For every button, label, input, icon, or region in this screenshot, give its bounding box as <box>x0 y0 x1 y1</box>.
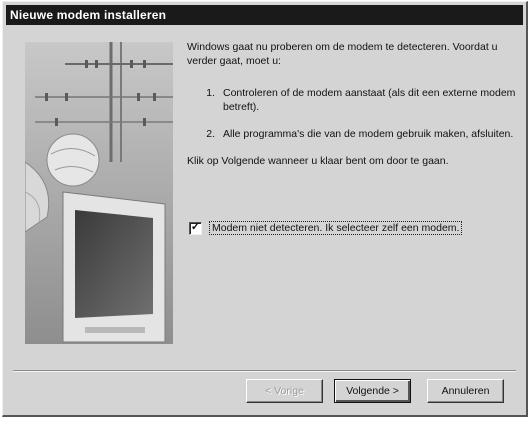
instruction-text: Klik op Volgende wanneer u klaar bent om… <box>187 155 449 167</box>
intro-text: Windows gaat nu proberen om de modem te … <box>187 41 498 67</box>
dialog-window: Nieuwe modem installeren Windows gaat nu… <box>2 1 528 417</box>
step-item: 1. Controleren of de modem aanstaat (als… <box>187 86 517 114</box>
step-text: Alle programma's die van de modem gebrui… <box>223 128 514 140</box>
wizard-illustration <box>25 42 173 344</box>
step-text: Controleren of de modem aanstaat (als di… <box>223 87 516 113</box>
wizard-content: Windows gaat nu proberen om de modem te … <box>187 40 517 168</box>
detect-modem-label[interactable]: Modem niet detecteren. Ik selecteer zelf… <box>209 221 463 235</box>
monitor-illustration-icon <box>25 42 173 344</box>
next-button[interactable]: Volgende > <box>334 379 411 403</box>
title-bar[interactable]: Nieuwe modem installeren <box>6 5 523 25</box>
detect-modem-option[interactable]: ✓ Modem niet detecteren. Ik selecteer ze… <box>189 220 463 235</box>
dialog-title: Nieuwe modem installeren <box>10 8 167 22</box>
step-item: 2. Alle programma's die van de modem geb… <box>187 127 517 141</box>
checkmark-icon: ✓ <box>190 220 201 233</box>
back-button[interactable]: < Vorige <box>246 379 323 403</box>
cancel-button[interactable]: Annuleren <box>427 379 504 403</box>
button-separator <box>13 370 516 372</box>
step-number: 2. <box>206 128 215 140</box>
step-number: 1. <box>206 87 215 99</box>
detect-modem-checkbox[interactable]: ✓ <box>189 220 202 235</box>
